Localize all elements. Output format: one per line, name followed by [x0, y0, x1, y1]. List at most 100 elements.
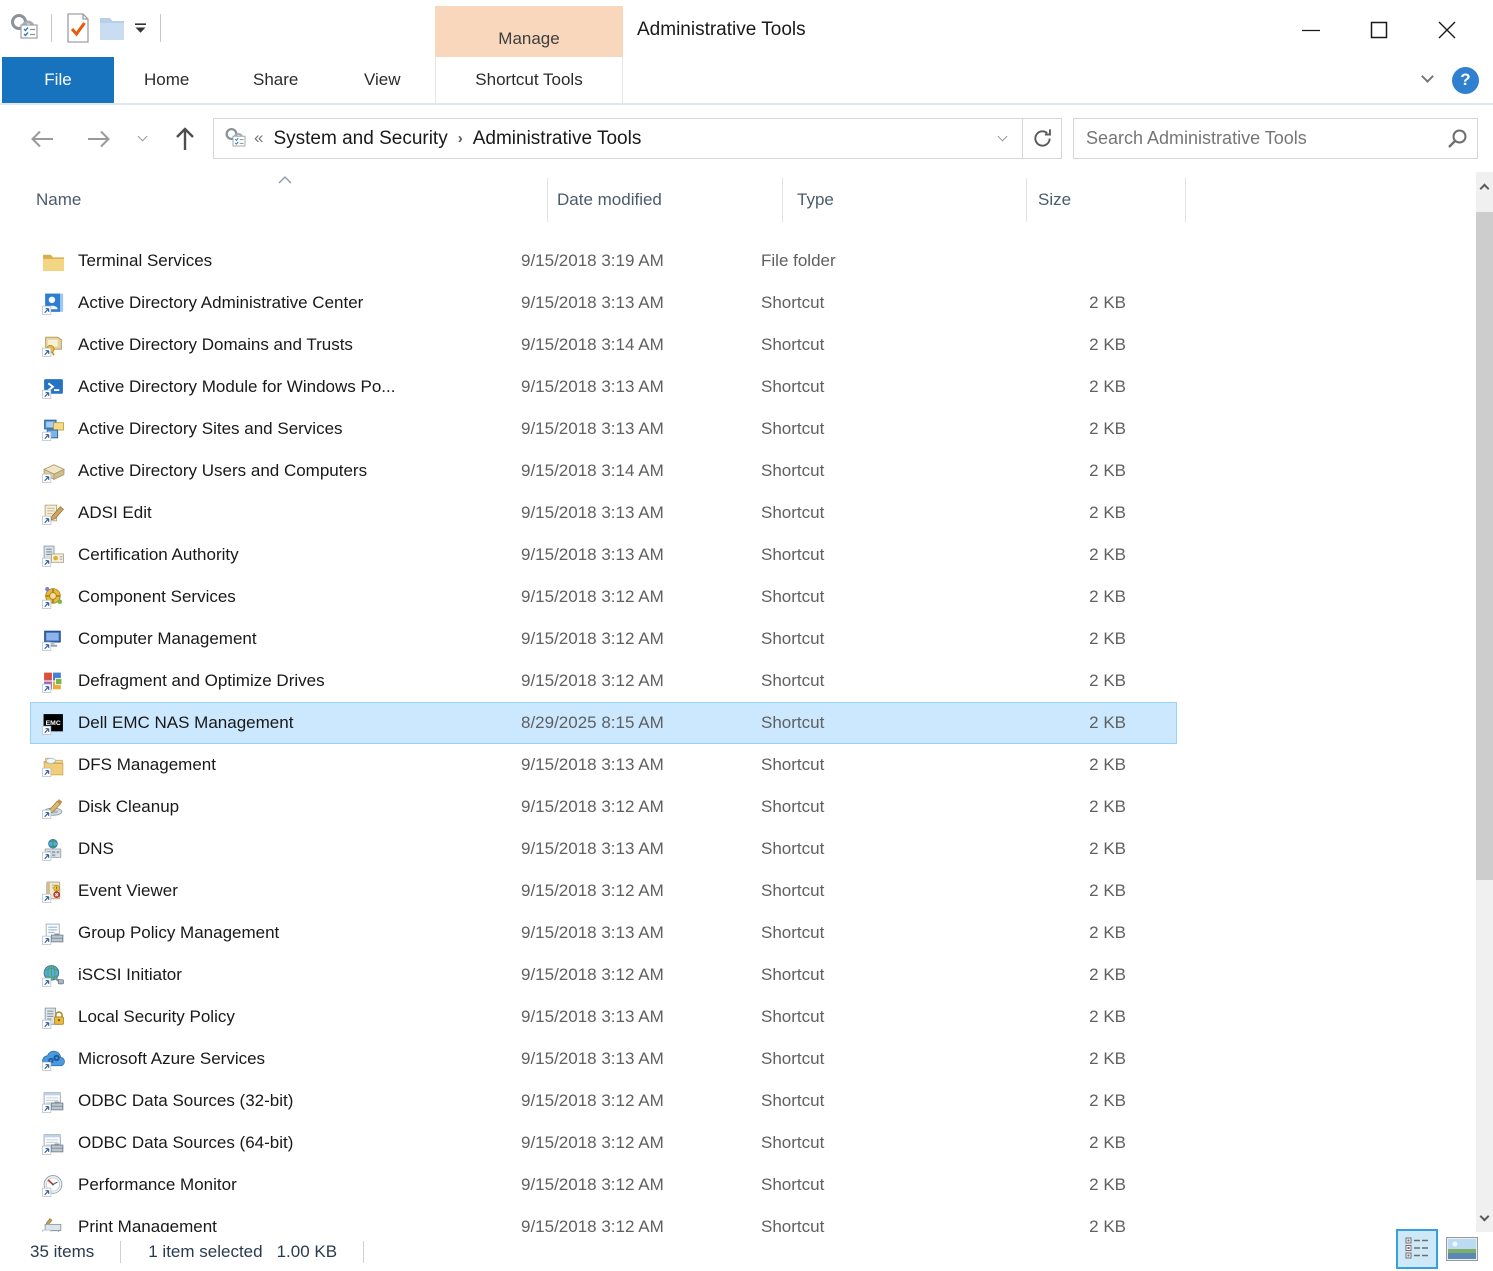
refresh-icon — [1032, 128, 1053, 149]
back-icon[interactable] — [28, 128, 55, 150]
dns-icon — [42, 837, 68, 861]
table-row[interactable]: Certification Authority 9/15/2018 3:13 A… — [30, 534, 1177, 576]
ad-users-computers-icon — [42, 459, 68, 483]
table-row[interactable]: Active Directory Domains and Trusts 9/15… — [30, 324, 1177, 366]
minimize-button[interactable] — [1277, 12, 1345, 48]
column-header-name[interactable]: Name — [30, 172, 547, 228]
item-type: Shortcut — [761, 671, 1002, 691]
search-icon[interactable] — [1447, 128, 1468, 154]
table-row[interactable]: Defragment and Optimize Drives 9/15/2018… — [30, 660, 1177, 702]
item-name: Local Security Policy — [68, 1007, 521, 1027]
scrollbar-thumb[interactable] — [1476, 212, 1493, 880]
column-header-date-modified[interactable]: Date modified — [547, 172, 782, 228]
explorer-window: Manage Administrative Tools File Home Sh… — [0, 0, 1493, 1271]
table-row[interactable]: Terminal Services 9/15/2018 3:19 AM File… — [30, 240, 1177, 282]
group-policy-icon — [42, 921, 68, 945]
perfmon-icon — [42, 1173, 68, 1197]
item-size: 2 KB — [1002, 839, 1134, 859]
details-view-icon — [1404, 1236, 1430, 1262]
print-management-icon — [42, 1215, 68, 1232]
tab-shortcut-tools[interactable]: Shortcut Tools — [435, 57, 623, 103]
column-header-size[interactable]: Size — [1026, 172, 1185, 228]
table-row[interactable]: Print Management 9/15/2018 3:12 AM Short… — [30, 1206, 1177, 1232]
properties-check-icon[interactable] — [61, 11, 95, 45]
crumb-separator-icon[interactable]: › — [454, 130, 467, 147]
recent-locations-icon[interactable] — [139, 133, 146, 144]
table-row[interactable]: Active Directory Module for Windows Po..… — [30, 366, 1177, 408]
tab-home[interactable]: Home — [130, 57, 203, 103]
table-row[interactable]: ODBC Data Sources (32-bit) 9/15/2018 3:1… — [30, 1080, 1177, 1122]
item-date-modified: 9/15/2018 3:12 AM — [521, 965, 761, 985]
table-row[interactable]: Component Services 9/15/2018 3:12 AM Sho… — [30, 576, 1177, 618]
breadcrumb-system-and-security[interactable]: System and Security — [267, 128, 453, 150]
item-name: Dell EMC NAS Management — [68, 713, 521, 733]
item-name: Active Directory Domains and Trusts — [68, 335, 521, 355]
tab-share[interactable]: Share — [239, 57, 312, 103]
table-row[interactable]: Group Policy Management 9/15/2018 3:13 A… — [30, 912, 1177, 954]
item-size: 2 KB — [1002, 587, 1134, 607]
item-date-modified: 9/15/2018 3:14 AM — [521, 335, 761, 355]
close-button[interactable] — [1413, 12, 1481, 48]
item-type: Shortcut — [761, 923, 1002, 943]
table-row[interactable]: Active Directory Sites and Services 9/15… — [30, 408, 1177, 450]
table-row[interactable]: ODBC Data Sources (64-bit) 9/15/2018 3:1… — [30, 1122, 1177, 1164]
large-icons-view-button[interactable] — [1445, 1236, 1479, 1262]
address-folder-icon — [224, 127, 248, 150]
search-input[interactable] — [1073, 118, 1478, 159]
table-row[interactable]: Microsoft Azure Services 9/15/2018 3:13 … — [30, 1038, 1177, 1080]
tab-view[interactable]: View — [350, 57, 415, 103]
item-name: iSCSI Initiator — [68, 965, 521, 985]
item-size: 2 KB — [1002, 1175, 1134, 1195]
customize-qat-icon[interactable] — [129, 11, 151, 45]
item-date-modified: 9/15/2018 3:13 AM — [521, 755, 761, 775]
table-row[interactable]: Computer Management 9/15/2018 3:12 AM Sh… — [30, 618, 1177, 660]
item-date-modified: 9/15/2018 3:13 AM — [521, 923, 761, 943]
scroll-up-icon[interactable] — [1476, 172, 1493, 198]
item-date-modified: 9/15/2018 3:13 AM — [521, 419, 761, 439]
tab-file[interactable]: File — [2, 57, 114, 103]
table-row[interactable]: Local Security Policy 9/15/2018 3:13 AM … — [30, 996, 1177, 1038]
table-row[interactable]: Event Viewer 9/15/2018 3:12 AM Shortcut … — [30, 870, 1177, 912]
table-row[interactable]: Active Directory Users and Computers 9/1… — [30, 450, 1177, 492]
ad-admin-center-icon — [42, 291, 68, 315]
breadcrumb-overflow[interactable]: « — [248, 128, 267, 150]
table-row[interactable]: EMC Dell EMC NAS Management 8/29/2025 8:… — [30, 702, 1177, 744]
status-bar: 35 items 1 item selected 1.00 KB — [0, 1232, 1493, 1271]
item-type: Shortcut — [761, 293, 1002, 313]
item-date-modified: 9/15/2018 3:13 AM — [521, 377, 761, 397]
address-dropdown-icon[interactable] — [999, 127, 1012, 150]
item-size: 2 KB — [1002, 335, 1134, 355]
address-bar[interactable]: « System and Security › Administrative T… — [213, 118, 1062, 159]
shortcut-tools-label: Shortcut Tools — [475, 70, 582, 90]
refresh-button[interactable] — [1022, 119, 1061, 158]
new-folder-icon[interactable] — [95, 11, 129, 45]
maximize-button[interactable] — [1345, 12, 1413, 48]
item-type: Shortcut — [761, 377, 1002, 397]
column-header-type[interactable]: Type — [782, 172, 1026, 228]
table-row[interactable]: Disk Cleanup 9/15/2018 3:12 AM Shortcut … — [30, 786, 1177, 828]
table-row[interactable]: Active Directory Administrative Center 9… — [30, 282, 1177, 324]
details-view-button[interactable] — [1396, 1229, 1438, 1269]
up-icon[interactable] — [173, 126, 197, 152]
table-row[interactable]: iSCSI Initiator 9/15/2018 3:12 AM Shortc… — [30, 954, 1177, 996]
table-row[interactable]: ADSI Edit 9/15/2018 3:13 AM Shortcut 2 K… — [30, 492, 1177, 534]
item-type: Shortcut — [761, 1049, 1002, 1069]
item-type: Shortcut — [761, 1091, 1002, 1111]
defrag-icon — [42, 669, 68, 693]
forward-icon[interactable] — [86, 128, 113, 150]
expand-ribbon-icon[interactable] — [1423, 68, 1432, 92]
table-row[interactable]: DNS 9/15/2018 3:13 AM Shortcut 2 KB — [30, 828, 1177, 870]
table-row[interactable]: DFS Management 9/15/2018 3:13 AM Shortcu… — [30, 744, 1177, 786]
manage-label: Manage — [498, 29, 559, 49]
contextual-tab-manage[interactable]: Manage — [435, 6, 623, 57]
item-name: Microsoft Azure Services — [68, 1049, 521, 1069]
folder-icon — [42, 249, 68, 273]
item-type: Shortcut — [761, 419, 1002, 439]
item-type: Shortcut — [761, 545, 1002, 565]
item-date-modified: 9/15/2018 3:13 AM — [521, 839, 761, 859]
breadcrumb-administrative-tools[interactable]: Administrative Tools — [467, 128, 648, 150]
item-date-modified: 9/15/2018 3:14 AM — [521, 461, 761, 481]
item-date-modified: 9/15/2018 3:12 AM — [521, 671, 761, 691]
table-row[interactable]: Performance Monitor 9/15/2018 3:12 AM Sh… — [30, 1164, 1177, 1206]
help-icon[interactable]: ? — [1452, 67, 1479, 94]
